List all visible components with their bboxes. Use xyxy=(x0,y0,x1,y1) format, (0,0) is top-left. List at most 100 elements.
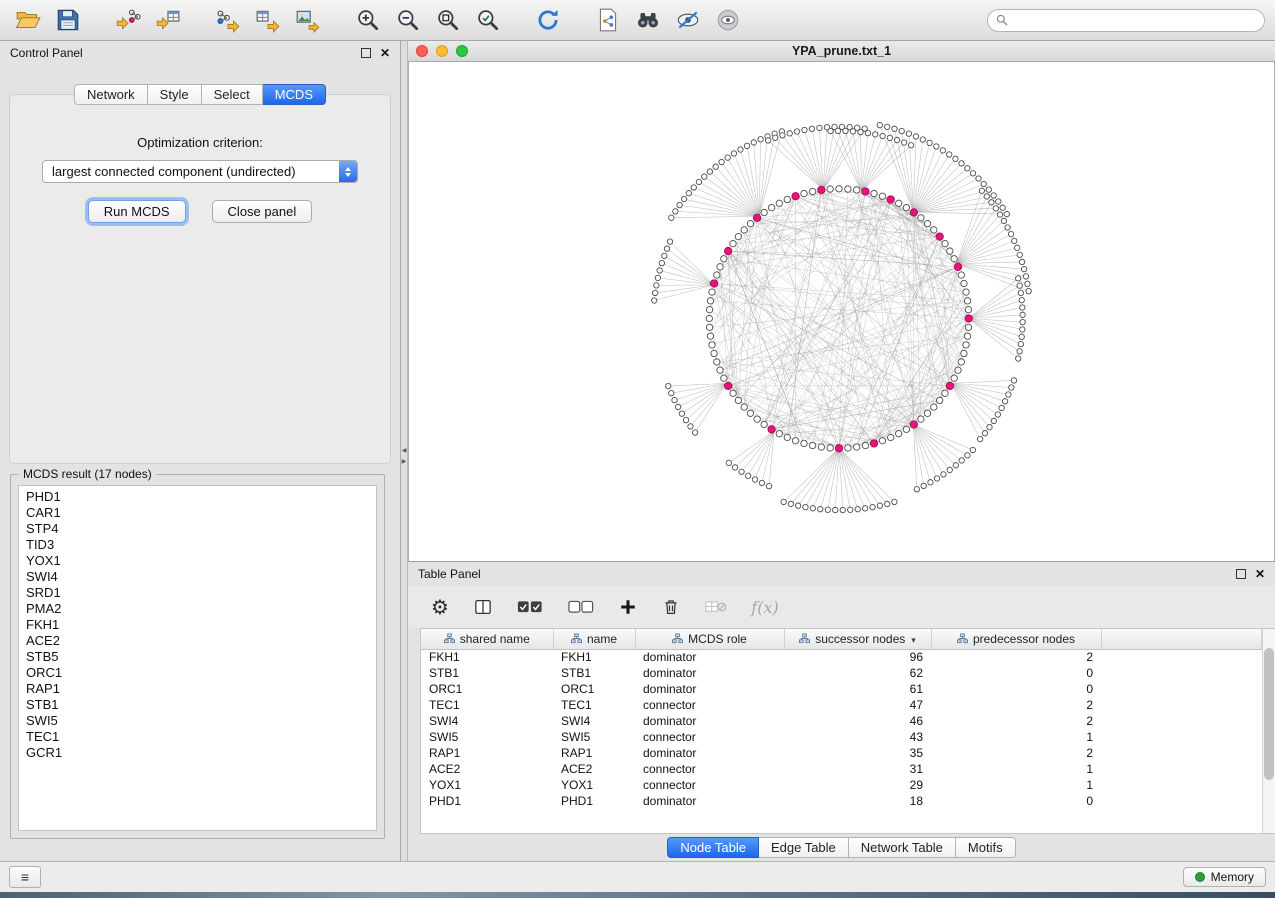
dominator-node[interactable] xyxy=(753,214,760,221)
table-scrollbar[interactable] xyxy=(1262,629,1275,833)
dominator-node[interactable] xyxy=(768,426,775,433)
tab-mcds[interactable]: MCDS xyxy=(263,84,326,105)
leaf-node[interactable] xyxy=(677,202,682,207)
ring-node[interactable] xyxy=(792,438,798,444)
result-item[interactable]: PHD1 xyxy=(26,489,376,505)
leaf-node[interactable] xyxy=(828,128,833,133)
cell-mcds-role[interactable]: dominator xyxy=(635,665,784,681)
leaf-node[interactable] xyxy=(1005,225,1010,230)
result-item[interactable]: STB5 xyxy=(26,649,376,665)
cell-predecessor-nodes[interactable]: 2 xyxy=(931,697,1101,713)
export-web-button[interactable] xyxy=(590,3,626,37)
ring-node[interactable] xyxy=(963,342,969,348)
leaf-node[interactable] xyxy=(726,460,731,465)
leaf-node[interactable] xyxy=(662,253,667,258)
cell-mcds-role[interactable]: dominator xyxy=(635,713,784,729)
leaf-node[interactable] xyxy=(765,138,770,143)
leaf-node[interactable] xyxy=(810,506,815,511)
leaf-node[interactable] xyxy=(862,506,867,511)
function-builder-button[interactable]: f(x) xyxy=(748,590,782,624)
leaf-node[interactable] xyxy=(848,507,853,512)
leaf-node[interactable] xyxy=(953,463,958,468)
leaf-node[interactable] xyxy=(899,128,904,133)
dominator-node[interactable] xyxy=(710,280,717,287)
leaf-node[interactable] xyxy=(887,135,892,140)
ring-node[interactable] xyxy=(730,240,736,246)
cell-predecessor-nodes[interactable]: 2 xyxy=(931,713,1101,729)
ring-node[interactable] xyxy=(711,350,717,356)
ring-node[interactable] xyxy=(809,442,815,448)
leaf-node[interactable] xyxy=(780,133,785,138)
leaf-node[interactable] xyxy=(1019,334,1024,339)
tab-network[interactable]: Network xyxy=(74,84,148,105)
cell-predecessor-nodes[interactable]: 1 xyxy=(931,729,1101,745)
leaf-node[interactable] xyxy=(1000,205,1005,210)
ring-node[interactable] xyxy=(896,200,902,206)
expand-right-icon[interactable]: ▶ xyxy=(402,458,407,465)
export-table-button[interactable] xyxy=(250,3,286,37)
leaf-node[interactable] xyxy=(675,404,680,409)
leaf-node[interactable] xyxy=(707,169,712,174)
leaf-node[interactable] xyxy=(1025,281,1030,286)
result-item[interactable]: CAR1 xyxy=(26,505,376,521)
leaf-node[interactable] xyxy=(976,176,981,181)
run-mcds-button[interactable]: Run MCDS xyxy=(88,200,186,223)
ring-node[interactable] xyxy=(879,193,885,199)
leaf-node[interactable] xyxy=(873,132,878,137)
leaf-node[interactable] xyxy=(979,188,984,193)
cell-predecessor-nodes[interactable]: 0 xyxy=(931,681,1101,697)
leaf-node[interactable] xyxy=(984,194,989,199)
leaf-node[interactable] xyxy=(835,128,840,133)
refresh-button[interactable] xyxy=(530,3,566,37)
ring-node[interactable] xyxy=(853,444,859,450)
save-session-button[interactable] xyxy=(50,3,86,37)
leaf-node[interactable] xyxy=(781,499,786,504)
leaf-node[interactable] xyxy=(920,137,925,142)
column-header-shared-name[interactable]: shared name xyxy=(421,629,553,649)
leaf-node[interactable] xyxy=(1016,356,1021,361)
network-canvas[interactable] xyxy=(408,62,1275,561)
leaf-node[interactable] xyxy=(870,504,875,509)
cell-shared-name[interactable]: ORC1 xyxy=(421,681,553,697)
cell-name[interactable]: FKH1 xyxy=(553,649,635,665)
tab-network-table[interactable]: Network Table xyxy=(849,837,956,858)
leaf-node[interactable] xyxy=(921,483,926,488)
ring-node[interactable] xyxy=(862,442,868,448)
cell-name[interactable]: ORC1 xyxy=(553,681,635,697)
leaf-node[interactable] xyxy=(1020,319,1025,324)
cell-mcds-role[interactable]: dominator xyxy=(635,649,784,665)
leaf-node[interactable] xyxy=(667,239,672,244)
ring-node[interactable] xyxy=(784,434,790,440)
zoom-out-button[interactable] xyxy=(390,3,426,37)
open-session-button[interactable] xyxy=(10,3,46,37)
zoom-selected-button[interactable] xyxy=(470,3,506,37)
leaf-node[interactable] xyxy=(692,430,697,435)
ring-node[interactable] xyxy=(931,404,937,410)
leaf-node[interactable] xyxy=(818,506,823,511)
leaf-node[interactable] xyxy=(732,465,737,470)
leaf-node[interactable] xyxy=(892,499,897,504)
ring-node[interactable] xyxy=(714,359,720,365)
leaf-node[interactable] xyxy=(669,215,674,220)
close-table-panel-icon[interactable]: ✕ xyxy=(1255,568,1265,580)
cell-shared-name[interactable]: YOX1 xyxy=(421,777,553,793)
hidden-columns-button[interactable] xyxy=(701,590,731,624)
dominator-node[interactable] xyxy=(887,196,894,203)
result-item[interactable]: FKH1 xyxy=(26,617,376,633)
cell-name[interactable]: ACE2 xyxy=(553,761,635,777)
ring-node[interactable] xyxy=(717,367,723,373)
leaf-node[interactable] xyxy=(894,137,899,142)
leaf-node[interactable] xyxy=(959,161,964,166)
ring-node[interactable] xyxy=(809,188,815,194)
leaf-node[interactable] xyxy=(941,472,946,477)
ring-node[interactable] xyxy=(717,264,723,270)
table-row[interactable]: TEC1TEC1connector472 xyxy=(421,697,1262,713)
ring-node[interactable] xyxy=(958,359,964,365)
zoom-in-button[interactable] xyxy=(350,3,386,37)
ring-node[interactable] xyxy=(918,215,924,221)
export-network-button[interactable] xyxy=(210,3,246,37)
ring-node[interactable] xyxy=(827,186,833,192)
cell-mcds-role[interactable]: connector xyxy=(635,697,784,713)
leaf-node[interactable] xyxy=(652,298,657,303)
leaf-node[interactable] xyxy=(1019,297,1024,302)
